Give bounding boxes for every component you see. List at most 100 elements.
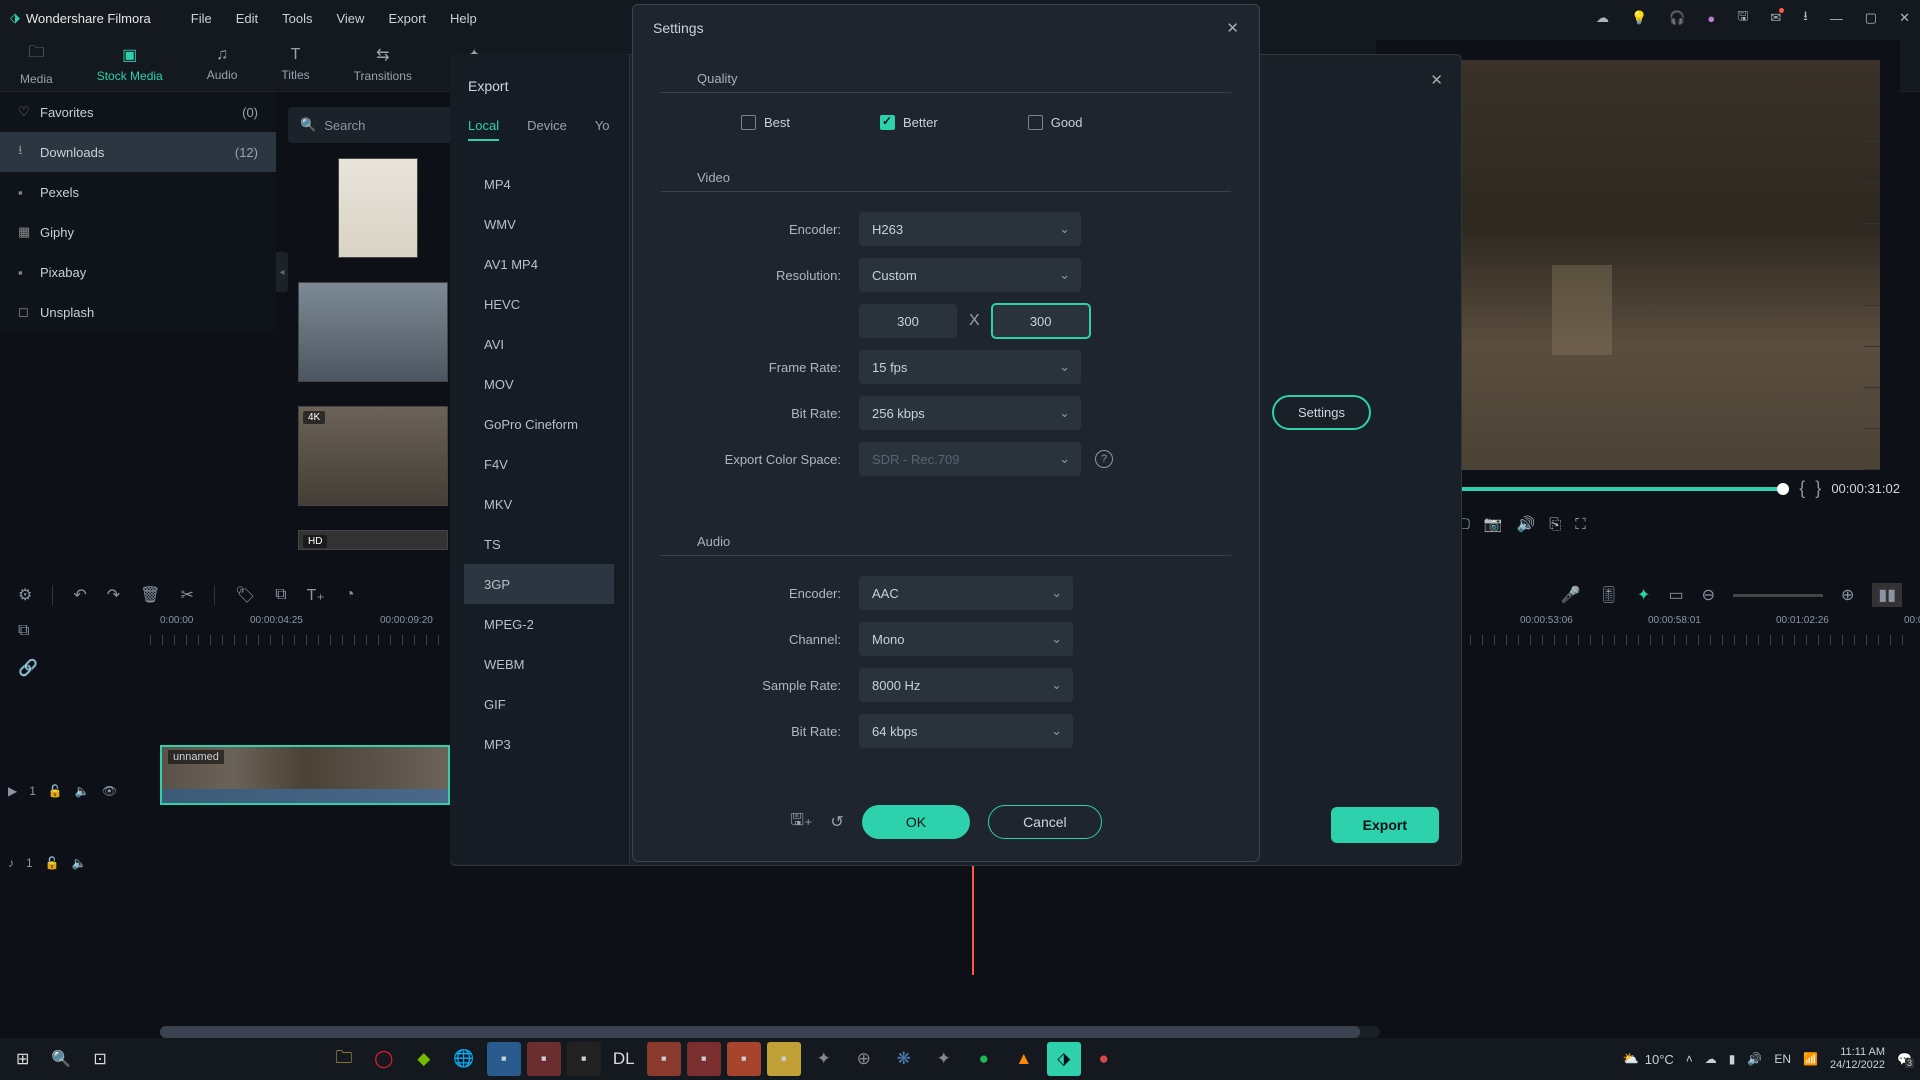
track-settings-icon[interactable]: ⚙ <box>18 585 32 605</box>
sidebar-giphy[interactable]: ▦Giphy <box>0 212 276 252</box>
app-icon-6[interactable]: ▪ <box>687 1042 721 1076</box>
sidebar-unsplash[interactable]: ◻Unsplash <box>0 292 276 332</box>
app-icon-3[interactable]: ▪ <box>567 1042 601 1076</box>
media-thumb-1[interactable] <box>338 158 418 258</box>
support-icon[interactable]: 🎧 <box>1669 10 1685 26</box>
tab-transitions[interactable]: ⇆Transitions <box>354 45 412 83</box>
minimize-icon[interactable]: — <box>1830 11 1843 26</box>
mute-icon[interactable]: 🔈 <box>75 784 90 798</box>
scrollbar-thumb[interactable] <box>160 1026 1360 1038</box>
media-thumb-4[interactable]: HD <box>298 530 448 550</box>
crop-icon[interactable]: ⧉ <box>275 586 286 604</box>
visibility-icon[interactable]: 👁 <box>102 784 117 798</box>
search-taskbar-icon[interactable]: 🔍 <box>43 1049 79 1069</box>
format-wmv[interactable]: WMV <box>464 204 614 244</box>
video-encoder-select[interactable]: H263 <box>859 212 1081 246</box>
audio-bitrate-select[interactable]: 64 kbps <box>859 714 1073 748</box>
export-tab-device[interactable]: Device <box>527 118 567 141</box>
onedrive-icon[interactable]: ☁ <box>1705 1052 1717 1066</box>
video-bitrate-select[interactable]: 256 kbps <box>859 396 1081 430</box>
format-mp3[interactable]: MP3 <box>464 724 614 764</box>
format-mkv[interactable]: MKV <box>464 484 614 524</box>
lock-icon[interactable]: 🔓 <box>45 856 60 870</box>
lock-icon[interactable]: 🔓 <box>48 784 63 798</box>
save-icon[interactable]: 🖫 <box>1737 7 1748 29</box>
menu-export[interactable]: Export <box>388 11 426 26</box>
maximize-icon[interactable]: ▢ <box>1865 10 1877 26</box>
format-gif[interactable]: GIF <box>464 684 614 724</box>
cancel-button[interactable]: Cancel <box>988 805 1102 839</box>
audio-track-icon[interactable]: ♪ <box>8 856 14 870</box>
menu-help[interactable]: Help <box>450 11 477 26</box>
quality-good[interactable]: Good <box>1028 115 1083 130</box>
opera-icon[interactable]: ◯ <box>367 1042 401 1076</box>
message-icon[interactable]: ✉ <box>1770 10 1781 26</box>
fit-icon[interactable]: ▭ <box>1668 585 1683 605</box>
format-f4v[interactable]: F4V <box>464 444 614 484</box>
export-frame-icon[interactable]: ⎘ <box>1549 516 1561 533</box>
export-button[interactable]: Export <box>1331 807 1439 843</box>
nvidia-icon[interactable]: ◆ <box>407 1042 441 1076</box>
sidebar-favorites[interactable]: ♡Favorites(0) <box>0 92 276 132</box>
filmora-taskbar-icon[interactable]: ⬗ <box>1047 1042 1081 1076</box>
snapshot-icon[interactable]: 📷 <box>1484 515 1503 533</box>
quality-better[interactable]: Better <box>880 115 938 130</box>
app-icon-1[interactable]: ▪ <box>487 1042 521 1076</box>
mic-icon[interactable]: 🎤 <box>1561 585 1581 605</box>
app-icon-5[interactable]: ▪ <box>647 1042 681 1076</box>
app-icon-11[interactable]: ❋ <box>887 1042 921 1076</box>
chrome-icon[interactable]: 🌐 <box>447 1042 481 1076</box>
weather-widget[interactable]: ⛅10°C <box>1623 1051 1674 1067</box>
tag-icon[interactable]: 🏷 <box>235 585 255 605</box>
timeline-scrollbar[interactable] <box>160 1026 1380 1038</box>
export-tab-youtube[interactable]: Yo <box>595 118 610 141</box>
settings-button[interactable]: Settings <box>1272 395 1371 430</box>
framerate-select[interactable]: 15 fps <box>859 350 1081 384</box>
audio-encoder-select[interactable]: AAC <box>859 576 1073 610</box>
format-av1mp4[interactable]: AV1 MP4 <box>464 244 614 284</box>
channel-select[interactable]: Mono <box>859 622 1073 656</box>
mark-out-button[interactable]: } <box>1815 478 1821 499</box>
export-tab-local[interactable]: Local <box>468 118 499 141</box>
format-mov[interactable]: MOV <box>464 364 614 404</box>
marker-icon[interactable]: ✦ <box>1637 585 1650 605</box>
undo-icon[interactable]: ↶ <box>73 585 86 605</box>
battery-icon[interactable]: ▮ <box>1729 1052 1736 1066</box>
explorer-icon[interactable]: 🗀 <box>327 1042 361 1076</box>
download-icon[interactable]: ⭳ <box>1803 7 1808 29</box>
video-clip[interactable]: unnamed <box>160 745 450 805</box>
format-3gp[interactable]: 3GP <box>464 564 614 604</box>
tray-volume-icon[interactable]: 🔊 <box>1747 1052 1762 1066</box>
delete-icon[interactable]: 🗑 <box>140 585 160 605</box>
sidebar-downloads[interactable]: ⭳Downloads(12) <box>0 132 276 172</box>
volume-icon[interactable]: 🔊 <box>1517 515 1536 533</box>
vlc-icon[interactable]: ▲ <box>1007 1042 1041 1076</box>
toggle-panel-icon[interactable]: ▮▮ <box>1872 583 1902 607</box>
format-ts[interactable]: TS <box>464 524 614 564</box>
app-icon-8[interactable]: ▪ <box>767 1042 801 1076</box>
spotify-icon[interactable]: ● <box>967 1042 1001 1076</box>
samplerate-select[interactable]: 8000 Hz <box>859 668 1073 702</box>
ok-button[interactable]: OK <box>862 805 970 839</box>
search-input[interactable]: 🔍Search <box>288 107 468 143</box>
format-webm[interactable]: WEBM <box>464 644 614 684</box>
cloud-icon[interactable]: ☁ <box>1596 10 1609 26</box>
quality-best[interactable]: Best <box>741 115 790 130</box>
resolution-select[interactable]: Custom <box>859 258 1081 292</box>
tab-media[interactable]: 🗀Media <box>20 41 53 86</box>
format-gopro[interactable]: GoPro Cineform <box>464 404 614 444</box>
video-track-icon[interactable]: ▶ <box>8 784 17 798</box>
mute-icon[interactable]: 🔈 <box>72 856 87 870</box>
app-icon-12[interactable]: ✦ <box>927 1042 961 1076</box>
notifications-icon[interactable]: 💬3 <box>1897 1052 1912 1066</box>
zoom-slider[interactable] <box>1733 594 1823 597</box>
cut-icon[interactable]: ✂ <box>180 585 193 605</box>
settings-close-icon[interactable]: ✕ <box>1226 19 1239 37</box>
wifi-icon[interactable]: 📶 <box>1803 1052 1818 1066</box>
start-button[interactable]: ⊞ <box>8 1049 37 1069</box>
mixer-icon[interactable]: 🎚 <box>1599 585 1619 605</box>
save-preset-icon[interactable]: 🖫₊ <box>790 809 812 836</box>
link-icon[interactable]: 🔗 <box>18 658 38 678</box>
app-icon-9[interactable]: ✦ <box>807 1042 841 1076</box>
menu-edit[interactable]: Edit <box>236 11 258 26</box>
